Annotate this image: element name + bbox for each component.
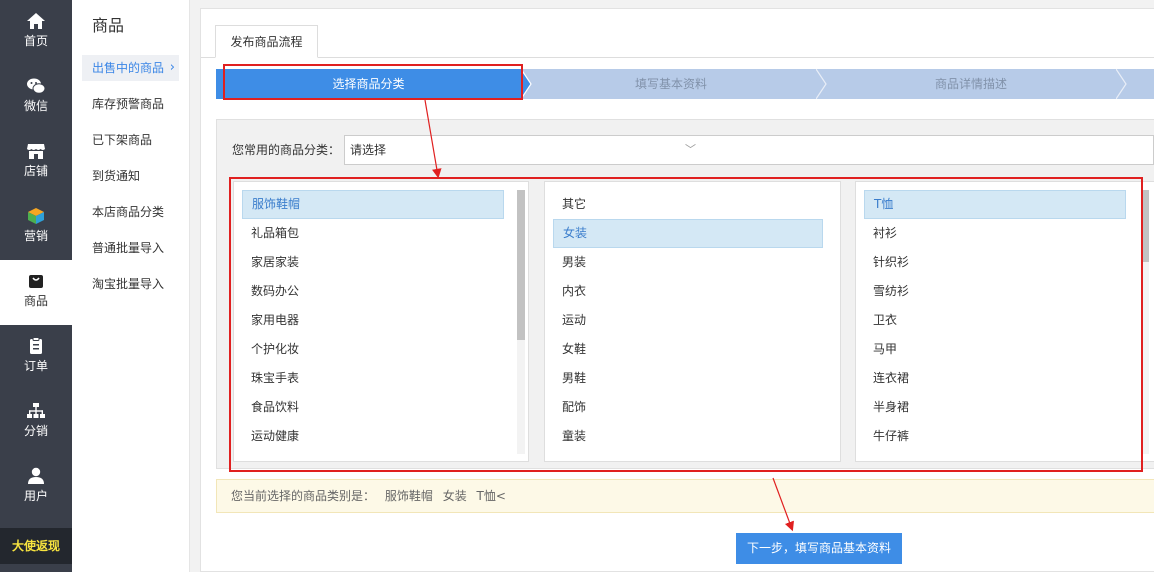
- category-item[interactable]: T恤: [864, 190, 1126, 219]
- step-choose-category: 选择商品分类: [216, 69, 521, 99]
- nav-store[interactable]: 店铺: [0, 130, 72, 195]
- step-basic-info: 填写基本资料: [634, 77, 707, 91]
- submenu-item-bulk-import[interactable]: 普通批量导入: [82, 235, 179, 261]
- nav-home-label: 首页: [23, 34, 48, 48]
- submenu-item-off-shelf[interactable]: 已下架商品: [82, 127, 179, 153]
- nav-marketing-label: 营销: [23, 229, 48, 243]
- category-item[interactable]: 女鞋: [553, 335, 823, 364]
- category-panel: 您常用的商品分类： 请选择 ﹀ 服饰鞋帽 礼品箱包 家居家装 数码办公 家用电器…: [216, 119, 1154, 469]
- current-selection-level-1: 服饰鞋帽: [384, 489, 433, 503]
- common-category-select[interactable]: 请选择 ﹀: [344, 135, 1154, 165]
- step-arrow-icon: [521, 69, 532, 99]
- submenu-item-on-sale[interactable]: 出售中的商品 ›: [82, 55, 179, 81]
- chevron-down-icon: ﹀: [685, 143, 696, 156]
- chevron-right-icon: ›: [169, 60, 175, 75]
- category-item[interactable]: 卫衣: [864, 306, 1126, 335]
- category-list-level-1: 服饰鞋帽 礼品箱包 家居家装 数码办公 家用电器 个护化妆 珠宝手表 食品饮料 …: [233, 181, 529, 462]
- category-item[interactable]: 女装: [553, 219, 823, 248]
- submenu-item-store-categories[interactable]: 本店商品分类: [82, 199, 179, 225]
- submenu-item-label: 出售中的商品: [92, 61, 165, 75]
- distribution-tree-icon: [27, 403, 45, 418]
- scrollbar-thumb[interactable]: [517, 190, 525, 340]
- category-item[interactable]: 运动: [553, 306, 823, 335]
- category-item[interactable]: 连衣裙: [864, 364, 1126, 393]
- category-item[interactable]: 半身裙: [864, 393, 1126, 422]
- category-item[interactable]: 其它: [553, 190, 823, 219]
- current-selection-bar: 您当前选择的商品类别是： 服饰鞋帽 女装 T恤<: [216, 479, 1154, 513]
- category-item[interactable]: 牛仔裤: [864, 422, 1126, 451]
- nav-wechat-label: 微信: [23, 99, 48, 113]
- category-item[interactable]: 内衣: [553, 277, 823, 306]
- common-category-label: 您常用的商品分类：: [232, 143, 341, 157]
- scrollbar[interactable]: [1141, 190, 1149, 454]
- submenu-item-arrival-notice[interactable]: 到货通知: [82, 163, 179, 189]
- nav-product[interactable]: 商品: [0, 260, 72, 325]
- category-item[interactable]: 童装: [553, 422, 823, 451]
- nav-wechat[interactable]: 微信: [0, 65, 72, 130]
- submenu-title: 商品: [92, 16, 125, 35]
- nav-distribution[interactable]: 分销: [0, 390, 72, 455]
- category-item[interactable]: 家居家装: [242, 248, 504, 277]
- step-arrow-icon: [1116, 69, 1127, 99]
- step-detail-desc: 商品详情描述: [934, 77, 1007, 91]
- category-item[interactable]: 个护化妆: [242, 335, 504, 364]
- scrollbar-thumb[interactable]: [1141, 190, 1149, 262]
- common-category-value: 请选择: [350, 143, 387, 157]
- category-item[interactable]: 男装: [553, 248, 823, 277]
- home-icon: [27, 13, 45, 29]
- product-submenu: 商品 出售中的商品 › 库存预警商品 已下架商品 到货通知 本店商品分类 普通批…: [72, 0, 190, 572]
- order-clipboard-icon: [30, 337, 42, 354]
- step-progress: 选择商品分类 填写基本资料 商品详情描述: [216, 69, 1154, 99]
- submenu-item-taobao-import[interactable]: 淘宝批量导入: [82, 271, 179, 297]
- store-icon: [27, 144, 45, 159]
- category-list-level-3: T恤 衬衫 针织衫 雪纺衫 卫衣 马甲 连衣裙 半身裙 牛仔裤: [855, 181, 1154, 462]
- main-content: 发布商品流程 选择商品分类 填写基本资料 商品详情描述 您常用的商品分类： 请选…: [200, 8, 1154, 572]
- nav-order[interactable]: 订单: [0, 325, 72, 390]
- nav-order-label: 订单: [23, 359, 48, 373]
- category-item[interactable]: 数码办公: [242, 277, 504, 306]
- submenu-item-stock-warning[interactable]: 库存预警商品: [82, 91, 179, 117]
- tab-bar: 发布商品流程: [201, 9, 1154, 58]
- current-selection-prefix: 您当前选择的商品类别是：: [231, 489, 376, 503]
- current-selection-level-3: T恤<: [476, 489, 506, 503]
- category-item[interactable]: 家用电器: [242, 306, 504, 335]
- nav-marketing[interactable]: 营销: [0, 195, 72, 260]
- category-item[interactable]: 配饰: [553, 393, 823, 422]
- category-item[interactable]: 雪纺衫: [864, 277, 1126, 306]
- tab-publish-flow[interactable]: 发布商品流程: [215, 25, 318, 58]
- product-bag-icon: [29, 275, 43, 288]
- nav-user[interactable]: 用户: [0, 455, 72, 520]
- user-icon: [28, 467, 44, 484]
- wechat-icon: [27, 78, 46, 94]
- category-item[interactable]: 衬衫: [864, 219, 1126, 248]
- category-item[interactable]: 珠宝手表: [242, 364, 504, 393]
- category-item[interactable]: 服饰鞋帽: [242, 190, 504, 219]
- category-item[interactable]: 食品饮料: [242, 393, 504, 422]
- nav-product-label: 商品: [23, 294, 48, 308]
- main-nav-rail: 首页 微信 店铺 营销 商品 订单 分销 用户 大使返现: [0, 0, 72, 572]
- promo-cashback-link[interactable]: 大使返现: [0, 528, 72, 564]
- category-item[interactable]: 男鞋: [553, 364, 823, 393]
- category-item[interactable]: 针织衫: [864, 248, 1126, 277]
- scrollbar[interactable]: [517, 190, 525, 454]
- category-list-level-2: 其它 女装 男装 内衣 运动 女鞋 男鞋 配饰 童装: [544, 181, 841, 462]
- nav-distribution-label: 分销: [23, 424, 48, 438]
- category-item[interactable]: 马甲: [864, 335, 1126, 364]
- marketing-cube-icon: [28, 208, 44, 224]
- category-item[interactable]: 运动健康: [242, 422, 504, 451]
- nav-store-label: 店铺: [23, 164, 48, 178]
- step-arrow-icon: [816, 69, 827, 99]
- category-item[interactable]: 礼品箱包: [242, 219, 504, 248]
- current-selection-level-2: 女装: [442, 489, 467, 503]
- nav-user-label: 用户: [23, 489, 48, 503]
- nav-home[interactable]: 首页: [0, 0, 72, 65]
- next-step-button[interactable]: 下一步，填写商品基本资料: [736, 533, 902, 564]
